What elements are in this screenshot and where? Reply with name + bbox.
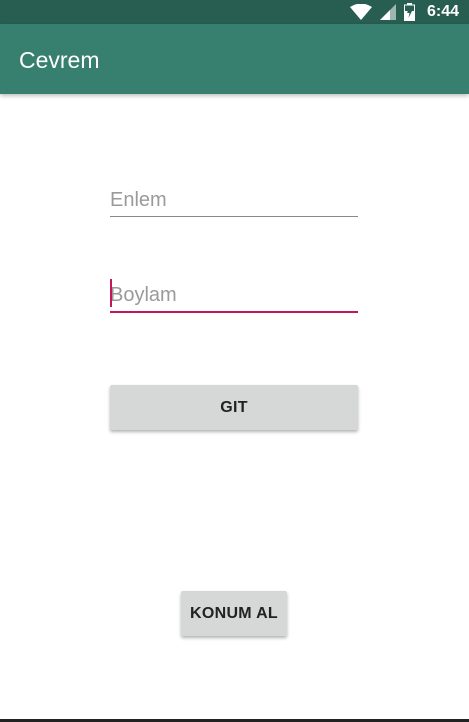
app-title: Cevrem — [19, 47, 100, 73]
battery-icon — [403, 3, 415, 21]
latitude-field — [110, 182, 358, 222]
signal-icon — [379, 4, 396, 20]
longitude-field — [110, 277, 358, 317]
wifi-icon — [349, 4, 372, 20]
app-screen: 6:44 Cevrem GIT KONUM AL — [0, 0, 469, 722]
longitude-underline — [110, 311, 358, 313]
go-button[interactable]: GIT — [110, 385, 358, 430]
app-bar: Cevrem — [0, 24, 469, 94]
get-location-button[interactable]: KONUM AL — [181, 591, 287, 636]
latitude-underline — [110, 216, 358, 217]
status-icons: 6:44 — [349, 0, 459, 24]
longitude-input[interactable] — [110, 277, 358, 313]
status-bar: 6:44 — [0, 0, 469, 24]
status-time: 6:44 — [426, 3, 459, 20]
latitude-input[interactable] — [110, 182, 358, 218]
text-cursor — [110, 279, 112, 307]
